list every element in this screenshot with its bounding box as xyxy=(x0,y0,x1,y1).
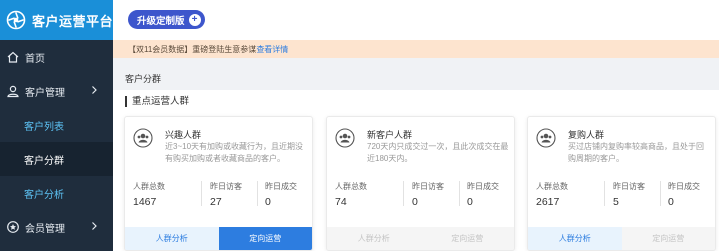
segment-card-repurchase: 复购人群 买过店铺内复购率较高商品，且处于回购周期的客户。 人群总数 2617 … xyxy=(527,116,716,251)
card-actions: 人群分析 定向运营 xyxy=(125,227,312,250)
sidebar-item-label: 首页 xyxy=(25,53,45,65)
stat-value: 0 xyxy=(412,196,418,208)
chevron-right-icon xyxy=(92,86,97,94)
group-icon xyxy=(335,128,355,148)
stat-label: 昨日成交 xyxy=(668,182,700,191)
segment-analysis-button[interactable]: 人群分析 xyxy=(125,227,219,250)
targeted-operation-button[interactable]: 定向运营 xyxy=(420,227,514,250)
brand-logo-icon xyxy=(6,10,26,30)
stat-divider xyxy=(257,181,258,206)
stat-value: 5 xyxy=(613,196,619,208)
stat-divider xyxy=(459,181,460,206)
brand-title: 客户运营平台 xyxy=(32,13,114,29)
sidebar-item-customer-management[interactable]: 客户管理 xyxy=(0,74,113,108)
segment-description: 720天内只成交过一次，且此次成交在最近180天内。 xyxy=(367,142,509,163)
segment-name: 复购人群 xyxy=(568,130,605,140)
stat-divider xyxy=(403,181,404,206)
chevron-right-icon xyxy=(92,222,97,230)
segment-name: 兴趣人群 xyxy=(165,130,202,140)
stat-value: 2617 xyxy=(536,196,560,208)
stat-value: 0 xyxy=(467,196,473,208)
page-title: 客户分群 xyxy=(125,74,162,84)
stat-label: 昨日访客 xyxy=(412,182,444,191)
plus-circle-icon: + xyxy=(188,13,201,26)
stat-visitors: 昨日访客 27 xyxy=(210,181,242,208)
notice-bar: 【双11会员数据】重磅登陆生意参谋 查看详情 xyxy=(113,40,719,58)
sidebar-item-home[interactable]: 首页 xyxy=(0,40,113,74)
stat-label: 昨日访客 xyxy=(613,182,645,191)
stat-value: 74 xyxy=(335,196,347,208)
brand-header[interactable]: 客户运营平台 xyxy=(0,0,113,40)
sidebar-subitem-label: 客户分群 xyxy=(24,155,64,167)
notice-text: 【双11会员数据】重磅登陆生意参谋 xyxy=(128,44,257,54)
card-actions: 人群分析 定向运营 xyxy=(528,227,715,250)
sidebar-item-member-management[interactable]: 会员管理 xyxy=(0,210,113,244)
sidebar-item-label: 客户管理 xyxy=(25,87,65,99)
stat-label: 昨日成交 xyxy=(265,182,297,191)
segment-card-interest: 兴趣人群 近3~10天有加购或收藏行为，且近期没有购买加购或者收藏商品的客户。 … xyxy=(124,116,313,251)
member-icon xyxy=(7,221,19,233)
top-header: 升级定制版 + xyxy=(113,0,719,40)
segment-description: 近3~10天有加购或收藏行为，且近期没有购买加购或者收藏商品的客户。 xyxy=(165,142,304,163)
group-icon xyxy=(133,128,153,148)
stat-visitors: 昨日访客 0 xyxy=(412,181,444,208)
stat-total: 人群总数 74 xyxy=(335,181,367,208)
stat-divider xyxy=(201,181,202,206)
stat-value: 1467 xyxy=(133,196,157,208)
section-title: 重点运营人群 xyxy=(125,96,189,107)
upgrade-button[interactable]: 升级定制版 + xyxy=(128,10,205,29)
sidebar-item-customer-segmentation[interactable]: 客户分群 xyxy=(0,142,113,176)
stat-total: 人群总数 2617 xyxy=(536,181,568,208)
notice-link[interactable]: 查看详情 xyxy=(256,44,288,55)
group-icon xyxy=(536,128,556,148)
stat-visitors: 昨日访客 5 xyxy=(613,181,645,208)
upgrade-label: 升级定制版 xyxy=(137,15,185,27)
segment-description: 买过店铺内复购率较高商品，且处于回购周期的客户。 xyxy=(568,142,704,163)
user-icon xyxy=(7,85,19,98)
segment-name: 新客户人群 xyxy=(367,130,413,140)
sidebar-subitem-label: 客户列表 xyxy=(24,121,64,133)
sidebar-item-customer-list[interactable]: 客户列表 xyxy=(0,108,113,142)
card-actions: 人群分析 定向运营 xyxy=(327,227,514,250)
segment-analysis-button[interactable]: 人群分析 xyxy=(327,227,421,250)
sidebar-subitem-label: 客户分析 xyxy=(24,189,64,201)
stat-value: 27 xyxy=(210,196,222,208)
stat-value: 0 xyxy=(265,196,271,208)
targeted-operation-button[interactable]: 定向运营 xyxy=(218,227,312,250)
sidebar-item-customer-analysis[interactable]: 客户分析 xyxy=(0,176,113,210)
stat-label: 昨日成交 xyxy=(467,182,499,191)
stat-orders: 昨日成交 0 xyxy=(265,181,297,208)
sidebar: 客户运营平台 首页 客户管理 客户列表 客户分群 客户分析 会员管理 xyxy=(0,0,113,251)
sidebar-item-label: 会员管理 xyxy=(25,223,65,235)
stat-orders: 昨日成交 0 xyxy=(467,181,499,208)
stat-value: 0 xyxy=(668,196,674,208)
stat-total: 人群总数 1467 xyxy=(133,181,165,208)
targeted-operation-button[interactable]: 定向运营 xyxy=(621,227,715,250)
stat-orders: 昨日成交 0 xyxy=(668,181,700,208)
stat-label: 昨日访客 xyxy=(210,182,242,191)
stat-divider xyxy=(604,181,605,206)
stat-label: 人群总数 xyxy=(335,182,367,191)
segment-analysis-button[interactable]: 人群分析 xyxy=(528,227,622,250)
segment-card-new-customer: 新客户人群 720天内只成交过一次，且此次成交在最近180天内。 人群总数 74… xyxy=(326,116,515,251)
stat-divider xyxy=(660,181,661,206)
stat-label: 人群总数 xyxy=(536,182,568,191)
home-icon xyxy=(7,51,19,63)
stat-label: 人群总数 xyxy=(133,182,165,191)
